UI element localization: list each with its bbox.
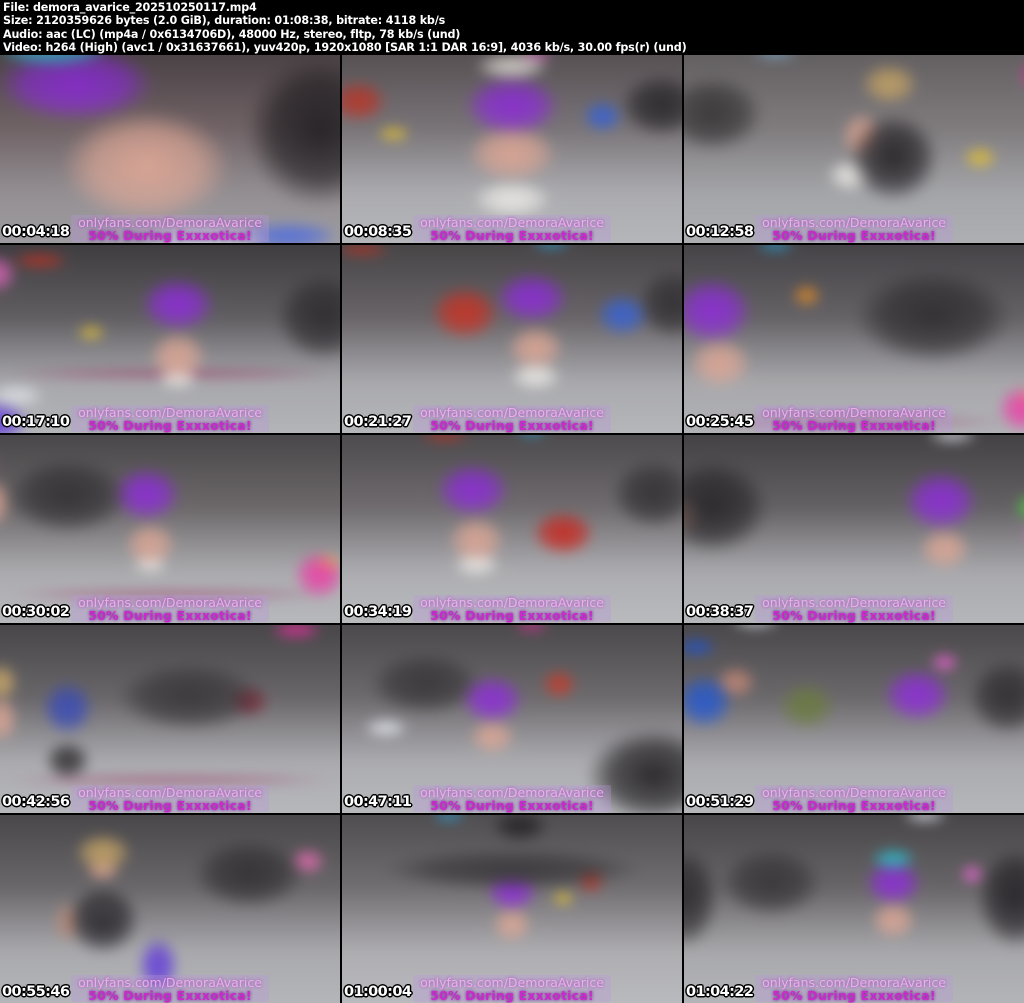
- metadata-header: File: demora_avarice_202510250117.mp4 Si…: [0, 0, 1024, 55]
- thumbnail-grid: onlyfans.com/DemoraAvarice 50% During Ex…: [0, 55, 1024, 1003]
- contact-sheet: File: demora_avarice_202510250117.mp4 Si…: [0, 0, 1024, 1003]
- timestamp-overlay: 00:55:46: [2, 984, 70, 1000]
- video-thumbnail: onlyfans.com/DemoraAvarice 50% During Ex…: [684, 55, 1024, 243]
- metadata-line-audio: Audio: aac (LC) (mp4a / 0x6134706D), 480…: [3, 26, 461, 41]
- timestamp-overlay: 00:17:10: [2, 414, 70, 430]
- timestamp-overlay: 01:04:22: [686, 984, 754, 1000]
- timestamp-overlay: 00:08:35: [344, 224, 412, 240]
- timestamp-overlay: 00:42:56: [2, 794, 70, 810]
- video-thumbnail: onlyfans.com/DemoraAvarice 50% During Ex…: [342, 815, 682, 1003]
- video-thumbnail: onlyfans.com/DemoraAvarice 50% During Ex…: [0, 815, 340, 1003]
- timestamp-overlay: 00:47:11: [344, 794, 412, 810]
- metadata-line-size: Size: 2120359626 bytes (2.0 GiB), durati…: [3, 13, 446, 28]
- metadata-line-file: File: demora_avarice_202510250117.mp4: [3, 0, 257, 14]
- video-thumbnail: onlyfans.com/DemoraAvarice 50% During Ex…: [684, 625, 1024, 813]
- timestamp-overlay: 00:21:27: [344, 414, 412, 430]
- video-thumbnail: onlyfans.com/DemoraAvarice 50% During Ex…: [684, 435, 1024, 623]
- timestamp-overlay: 00:51:29: [686, 794, 754, 810]
- timestamp-overlay: 01:00:04: [344, 984, 412, 1000]
- video-thumbnail: onlyfans.com/DemoraAvarice 50% During Ex…: [0, 245, 340, 433]
- video-thumbnail: onlyfans.com/DemoraAvarice 50% During Ex…: [342, 625, 682, 813]
- video-thumbnail: onlyfans.com/DemoraAvarice 50% During Ex…: [0, 625, 340, 813]
- timestamp-overlay: 00:04:18: [2, 224, 70, 240]
- metadata-line-video: Video: h264 (High) (avc1 / 0x31637661), …: [3, 40, 687, 55]
- video-thumbnail: onlyfans.com/DemoraAvarice 50% During Ex…: [684, 245, 1024, 433]
- video-thumbnail: onlyfans.com/DemoraAvarice 50% During Ex…: [342, 435, 682, 623]
- timestamp-overlay: 00:34:19: [344, 604, 412, 620]
- video-thumbnail: onlyfans.com/DemoraAvarice 50% During Ex…: [342, 55, 682, 243]
- timestamp-overlay: 00:30:02: [2, 604, 70, 620]
- timestamp-overlay: 00:12:58: [686, 224, 754, 240]
- video-thumbnail: onlyfans.com/DemoraAvarice 50% During Ex…: [342, 245, 682, 433]
- timestamp-overlay: 00:38:37: [686, 604, 754, 620]
- video-thumbnail: onlyfans.com/DemoraAvarice 50% During Ex…: [0, 435, 340, 623]
- video-thumbnail: onlyfans.com/DemoraAvarice 50% During Ex…: [684, 815, 1024, 1003]
- timestamp-overlay: 00:25:45: [686, 414, 754, 430]
- video-thumbnail: onlyfans.com/DemoraAvarice 50% During Ex…: [0, 55, 340, 243]
